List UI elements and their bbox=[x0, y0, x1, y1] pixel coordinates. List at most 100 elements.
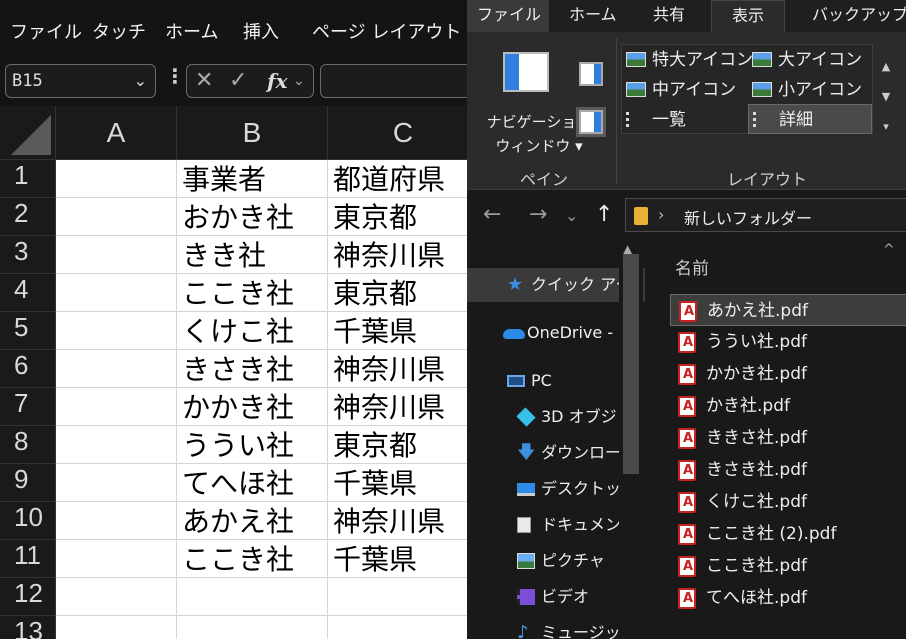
recent-chevron-icon[interactable]: ⌄ bbox=[565, 206, 578, 225]
file-item[interactable]: あかえ社.pdf bbox=[670, 294, 906, 328]
cell-b[interactable] bbox=[177, 578, 328, 616]
row-header[interactable]: 2 bbox=[0, 198, 56, 236]
cell-b[interactable]: きき社 bbox=[177, 236, 328, 274]
scrollbar-thumb[interactable] bbox=[623, 254, 639, 474]
file-item[interactable]: かかき社.pdf bbox=[670, 358, 906, 391]
column-header-c[interactable]: C bbox=[328, 106, 467, 160]
layout-small-icons[interactable]: 小アイコン bbox=[748, 75, 862, 105]
expand-gallery-icon[interactable]: ▾ bbox=[879, 112, 893, 142]
row-header[interactable]: 6 bbox=[0, 350, 56, 388]
row-header[interactable]: 11 bbox=[0, 540, 56, 578]
tab-view[interactable]: 表示 bbox=[711, 0, 785, 32]
layout-details[interactable]: 詳細 bbox=[748, 104, 872, 134]
scroll-up-icon[interactable]: ▲ bbox=[879, 52, 893, 82]
menu-touch[interactable]: タッチ bbox=[92, 18, 146, 44]
chevron-right-icon[interactable]: › bbox=[658, 205, 664, 224]
layout-medium-icons[interactable]: 中アイコン bbox=[622, 75, 736, 105]
cell-c[interactable]: 神奈川県 bbox=[328, 350, 467, 388]
row-header[interactable]: 7 bbox=[0, 388, 56, 426]
scroll-down-icon[interactable]: ▼ bbox=[879, 82, 893, 112]
cell-c[interactable]: 東京都 bbox=[328, 198, 467, 236]
column-header-a[interactable]: A bbox=[56, 106, 177, 160]
cell-a[interactable] bbox=[56, 198, 177, 236]
tab-share[interactable]: 共有 bbox=[643, 0, 695, 32]
row-header[interactable]: 12 bbox=[0, 578, 56, 616]
address-bar[interactable]: › 新しいフォルダー bbox=[625, 198, 906, 232]
cell-c[interactable]: 神奈川県 bbox=[328, 236, 467, 274]
name-box[interactable]: B15 ⌄ bbox=[5, 64, 156, 98]
preview-pane-icon[interactable] bbox=[579, 62, 603, 86]
cell-a[interactable] bbox=[56, 578, 177, 616]
cell-a[interactable] bbox=[56, 388, 177, 426]
select-all-corner[interactable] bbox=[0, 106, 56, 160]
chevron-down-icon[interactable]: ⌄ bbox=[293, 73, 305, 89]
menu-home[interactable]: ホーム bbox=[165, 18, 218, 44]
layout-extra-large-icons[interactable]: 特大アイコン bbox=[622, 45, 753, 75]
cell-b[interactable]: あかえ社 bbox=[177, 502, 328, 540]
back-arrow-icon[interactable]: ← bbox=[483, 202, 501, 227]
layout-large-icons[interactable]: 大アイコン bbox=[748, 45, 862, 75]
file-item[interactable]: てへほ社.pdf bbox=[670, 582, 906, 615]
cell-c[interactable]: 東京都 bbox=[328, 426, 467, 464]
cell-a[interactable] bbox=[56, 464, 177, 502]
cell-c[interactable] bbox=[328, 616, 467, 639]
row-header[interactable]: 3 bbox=[0, 236, 56, 274]
file-item[interactable]: ききさ社.pdf bbox=[670, 422, 906, 455]
file-item[interactable]: くけこ社.pdf bbox=[670, 486, 906, 519]
tab-home[interactable]: ホーム bbox=[559, 0, 627, 32]
cell-a[interactable] bbox=[56, 274, 177, 312]
cell-c[interactable]: 神奈川県 bbox=[328, 502, 467, 540]
menu-insert[interactable]: 挿入 bbox=[243, 18, 279, 44]
forward-arrow-icon[interactable]: → bbox=[529, 202, 547, 227]
cell-b[interactable]: きさき社 bbox=[177, 350, 328, 388]
file-item[interactable]: ううい社.pdf bbox=[670, 326, 906, 359]
cell-a[interactable] bbox=[56, 426, 177, 464]
cell-c[interactable]: 千葉県 bbox=[328, 540, 467, 578]
menu-file[interactable]: ファイル bbox=[10, 18, 82, 44]
confirm-icon[interactable]: ✓ bbox=[229, 68, 247, 93]
cell-a[interactable] bbox=[56, 236, 177, 274]
cancel-icon[interactable]: ✕ bbox=[195, 68, 213, 93]
file-item[interactable]: ここき社.pdf bbox=[670, 550, 906, 583]
chevron-down-icon[interactable]: ⌄ bbox=[134, 71, 147, 90]
row-header[interactable]: 9 bbox=[0, 464, 56, 502]
more-vertical-icon[interactable]: ⋮ bbox=[165, 64, 185, 88]
details-pane-icon[interactable] bbox=[576, 107, 606, 137]
tab-backup[interactable]: バックアップ ツ bbox=[802, 0, 906, 32]
file-item[interactable]: かき社.pdf bbox=[670, 390, 906, 423]
column-header-b[interactable]: B bbox=[177, 106, 328, 160]
row-header[interactable]: 10 bbox=[0, 502, 56, 540]
row-header[interactable]: 4 bbox=[0, 274, 56, 312]
up-arrow-icon[interactable]: ↑ bbox=[595, 202, 613, 227]
cell-b[interactable]: 事業者 bbox=[177, 160, 328, 198]
row-header[interactable]: 5 bbox=[0, 312, 56, 350]
cell-b[interactable]: ここき社 bbox=[177, 274, 328, 312]
row-header[interactable]: 1 bbox=[0, 160, 56, 198]
cell-c[interactable]: 東京都 bbox=[328, 274, 467, 312]
nav-scrollbar[interactable]: ▲ bbox=[619, 242, 643, 639]
cell-a[interactable] bbox=[56, 312, 177, 350]
cell-b[interactable]: おかき社 bbox=[177, 198, 328, 236]
cell-c[interactable]: 神奈川県 bbox=[328, 388, 467, 426]
cell-a[interactable] bbox=[56, 540, 177, 578]
row-header[interactable]: 8 bbox=[0, 426, 56, 464]
cell-b[interactable]: くけこ社 bbox=[177, 312, 328, 350]
cell-b[interactable]: ここき社 bbox=[177, 540, 328, 578]
tab-file[interactable]: ファイル bbox=[467, 0, 549, 32]
cell-c[interactable]: 千葉県 bbox=[328, 312, 467, 350]
menu-page-layout[interactable]: ページ レイアウト bbox=[312, 18, 461, 44]
cell-a[interactable] bbox=[56, 350, 177, 388]
row-header[interactable]: 13 bbox=[0, 616, 56, 639]
cell-b[interactable]: ううい社 bbox=[177, 426, 328, 464]
cell-b[interactable]: てへほ社 bbox=[177, 464, 328, 502]
cell-c[interactable] bbox=[328, 578, 467, 616]
cell-c[interactable]: 都道府県 bbox=[328, 160, 467, 198]
cell-b[interactable] bbox=[177, 616, 328, 639]
cell-c[interactable]: 千葉県 bbox=[328, 464, 467, 502]
cell-a[interactable] bbox=[56, 502, 177, 540]
layout-list[interactable]: 一覧 bbox=[622, 105, 686, 135]
cell-a[interactable] bbox=[56, 616, 177, 639]
insert-function-icon[interactable]: fx bbox=[267, 69, 288, 93]
file-item[interactable]: きさき社.pdf bbox=[670, 454, 906, 487]
column-header-name[interactable]: 名前 bbox=[675, 254, 709, 279]
